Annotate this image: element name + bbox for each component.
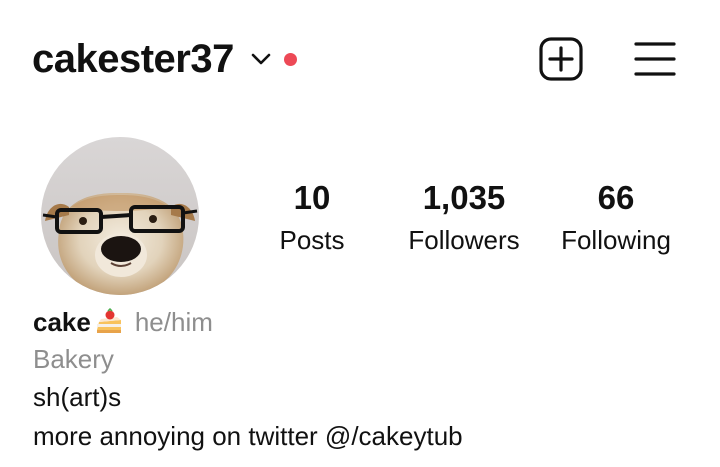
posts-label: Posts — [279, 225, 345, 255]
new-post-button[interactable] — [538, 36, 584, 82]
header-actions — [538, 30, 676, 88]
dog-with-glasses-avatar — [41, 137, 199, 295]
name-row: cake he/him — [33, 304, 463, 340]
profile-header: cakester37 — [32, 30, 676, 88]
category-label: Bakery — [33, 344, 114, 374]
shortcake-emoji-icon — [95, 307, 123, 336]
profile-page: cakester37 10 Posts 1,035 Followers 66 F… — [0, 0, 720, 467]
pronouns: he/him — [134, 306, 213, 337]
bio-line: sh(art)s — [33, 382, 122, 412]
posts-stat[interactable]: 10 Posts — [262, 178, 362, 256]
posts-count: 10 — [293, 179, 331, 216]
bio-line[interactable]: more annoying on twitter @/cakeytub — [33, 417, 463, 456]
display-name: cake — [33, 306, 91, 337]
username[interactable]: cakester37 — [32, 39, 234, 79]
followers-count: 1,035 — [422, 179, 506, 216]
following-count: 66 — [597, 179, 635, 216]
plus-square-icon — [539, 37, 583, 81]
following-stat[interactable]: 66 Following — [548, 178, 684, 256]
followers-stat[interactable]: 1,035 Followers — [394, 178, 534, 256]
following-label: Following — [561, 225, 671, 255]
avatar[interactable] — [41, 137, 199, 295]
followers-label: Followers — [408, 225, 520, 255]
notification-dot — [283, 52, 297, 66]
menu-button[interactable] — [634, 39, 676, 79]
bio-section: cake he/him Bakery sh(art)s more annoyin… — [33, 304, 463, 456]
chevron-down-icon[interactable] — [250, 52, 272, 66]
hamburger-menu-icon — [634, 42, 676, 76]
account-switcher[interactable]: cakester37 — [32, 39, 297, 79]
